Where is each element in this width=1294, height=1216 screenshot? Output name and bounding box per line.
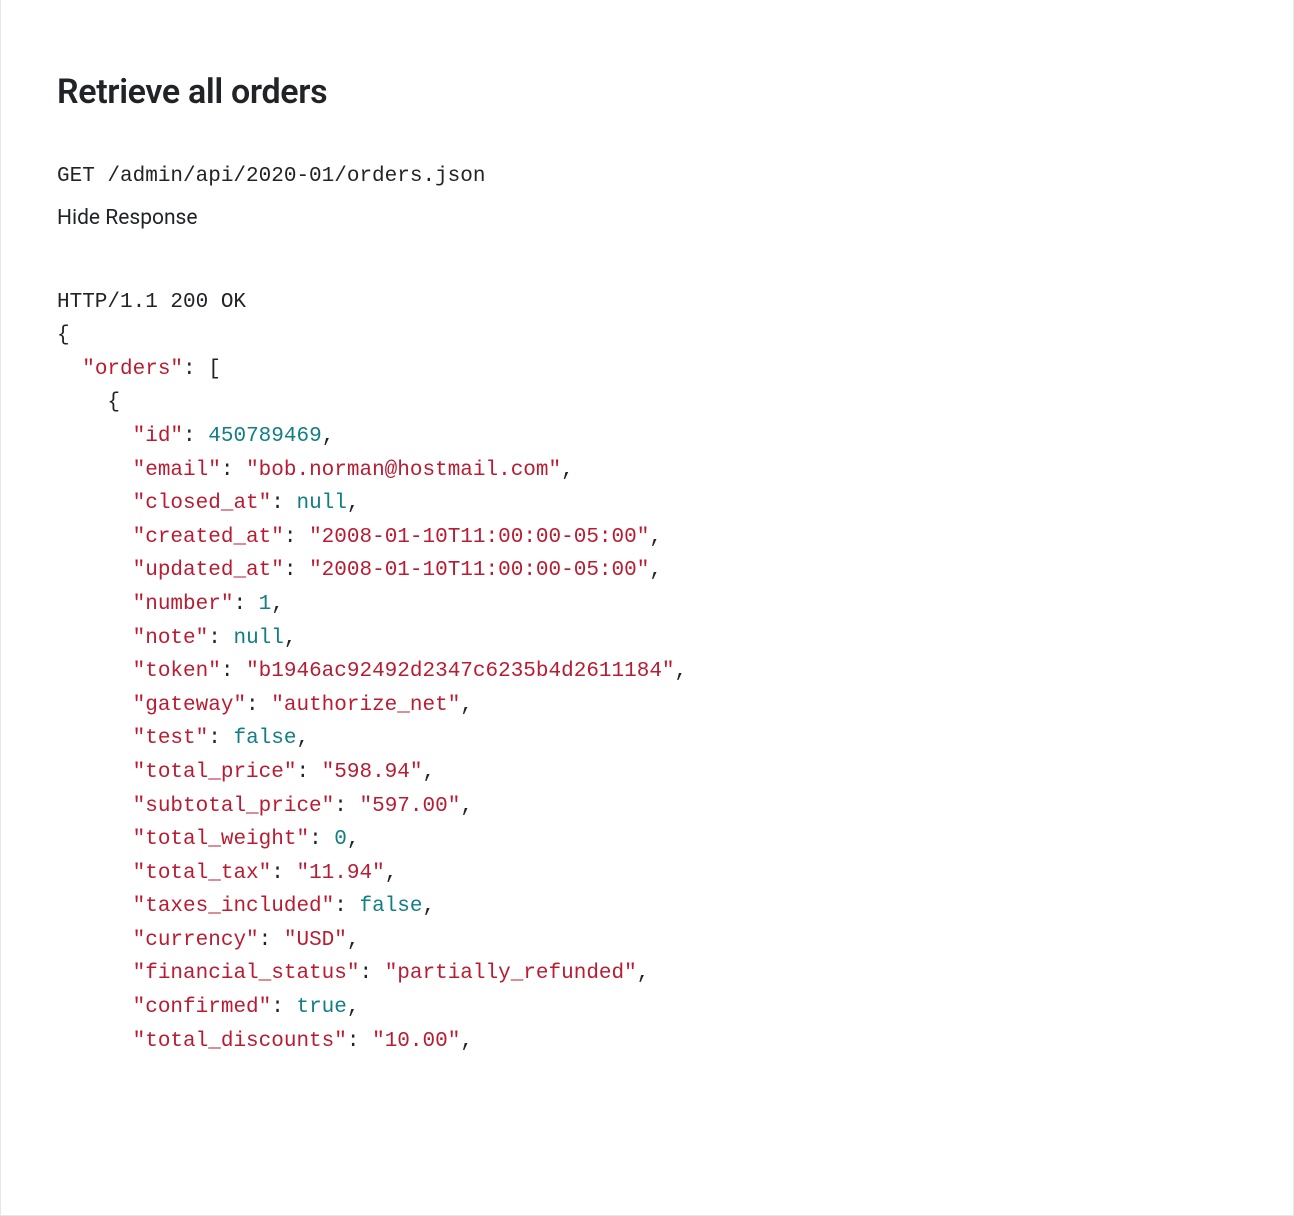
content-wrapper: Retrieve all orders GET /admin/api/2020-… (1, 0, 1293, 1058)
response-body: HTTP/1.1 200 OK { "orders": [ { "id": 45… (57, 286, 1237, 1059)
api-doc-page: Retrieve all orders GET /admin/api/2020-… (0, 0, 1294, 1216)
section-title: Retrieve all orders (57, 72, 1237, 112)
toggle-response-button[interactable]: Hide Response (57, 206, 1237, 230)
request-line: GET /admin/api/2020-01/orders.json (57, 160, 1237, 194)
